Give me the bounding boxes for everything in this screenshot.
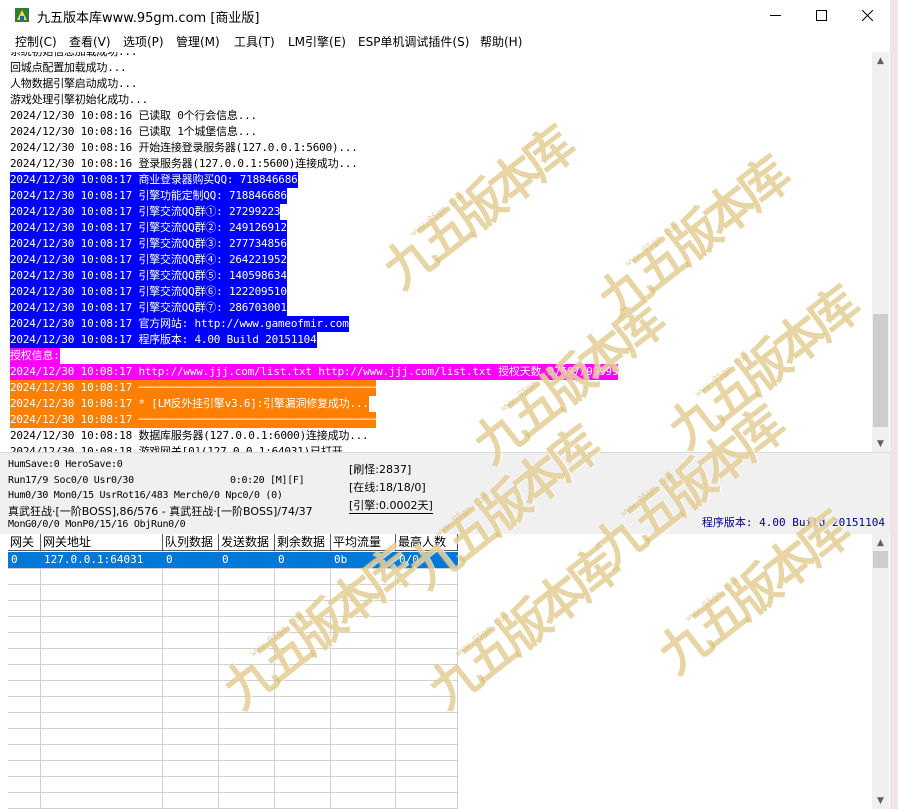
status-monsters: MonG0/0/0 MonP0/15/16 ObjRun0/0 (8, 519, 186, 530)
maximize-button[interactable] (798, 0, 844, 31)
main-window: 九五版本库www.95gm.com [商业版] 控制(C) 查看(V) 选项(P… (0, 0, 890, 809)
log-line: 2024/12/30 10:08:16 已读取 0个行会信息... (10, 109, 257, 122)
status-brush-count: [刷怪:2837] (349, 463, 412, 476)
log-line: 系统初始信息加载成功... (10, 52, 137, 60)
log-line: 2024/12/30 10:08:17 官方网站: http://www.gam… (10, 316, 349, 332)
log-line: 2024/12/30 10:08:17 ────────────────────… (10, 412, 377, 428)
status-counts: Hum0/30 Mon0/15 UsrRot16/483 Merch0/0 Np… (8, 490, 283, 501)
log-line: 2024/12/30 10:08:17 ────────────────────… (10, 380, 377, 396)
grid-line (8, 760, 458, 761)
log-line: 2024/12/30 10:08:17 引擎功能定制QQ: 718846686 (10, 188, 287, 204)
menu-esp-plugin[interactable]: ESP单机调试插件(S) (358, 33, 469, 50)
log-line: 2024/12/30 10:08:16 登录服务器(127.0.0.1:5600… (10, 157, 358, 170)
log-line: 2024/12/30 10:08:17 * [LM反外挂引擎v3.6]:引擎漏洞… (10, 396, 369, 412)
close-button[interactable] (844, 0, 890, 31)
log-line: 2024/12/30 10:08:17 引擎交流QQ群④: 264221952 (10, 252, 287, 268)
table-scroll-up-icon[interactable]: ▲ (872, 534, 889, 551)
log-line: 2024/12/30 10:08:17 引擎交流QQ群⑥: 122209510 (10, 284, 287, 300)
minimize-button[interactable] (752, 0, 798, 31)
menu-bar: 控制(C) 查看(V) 选项(P) 管理(M) 工具(T) LM引擎(E) ES… (0, 31, 890, 51)
status-boss: 真武狂战·[一阶BOSS],86/576 - 真武狂战·[一阶BOSS]/74/… (8, 505, 313, 518)
log-line: 2024/12/30 10:08:17 程序版本: 4.00 Build 201… (10, 332, 317, 348)
status-run: Run17/9 Soc0/0 Usr0/30 (8, 475, 134, 486)
window-title: 九五版本库www.95gm.com [商业版] (37, 11, 260, 26)
menu-options[interactable]: 选项(P) (123, 33, 164, 50)
minimize-icon (769, 15, 781, 16)
column-header[interactable]: 发送数据 (219, 534, 275, 551)
menu-tools[interactable]: 工具(T) (234, 33, 275, 50)
log-line: 回城点配置加载成功... (10, 61, 127, 74)
table-cell: 0 (166, 553, 173, 566)
status-engine-days: [引擎:0.0002天] (349, 499, 433, 514)
log-line: 2024/12/30 10:08:17 引擎交流QQ群②: 249126912 (10, 220, 287, 236)
column-header[interactable]: 剩余数据 (275, 534, 331, 551)
status-uptime: 0:0:20 [M][F] (230, 475, 305, 486)
close-icon (861, 10, 873, 21)
grid-line (8, 616, 458, 617)
table-scroll-down-icon[interactable]: ▼ (872, 792, 889, 809)
log-line: 授权信息: (10, 348, 60, 364)
column-header[interactable]: 网关 (8, 534, 41, 551)
log-line: 2024/12/30 10:08:18 数据库服务器(127.0.0.1:600… (10, 429, 369, 442)
grid-line (8, 712, 458, 713)
menu-help[interactable]: 帮助(H) (480, 33, 522, 50)
scroll-up-icon[interactable]: ▲ (872, 52, 889, 69)
log-line: 2024/12/30 10:08:17 引擎交流QQ群⑦: 286703001 (10, 300, 287, 316)
menu-manage[interactable]: 管理(M) (176, 33, 220, 50)
desktop-background (890, 0, 898, 809)
title-bar[interactable]: 九五版本库www.95gm.com [商业版] (0, 0, 890, 31)
log-line: 人物数据引擎启动成功... (10, 77, 138, 90)
log-scroll-thumb[interactable] (873, 314, 888, 427)
grid-line (40, 551, 41, 809)
log-scrollbar[interactable]: ▲ ▼ (872, 52, 889, 452)
log-line: 2024/12/30 10:08:18 游戏网关[0](127.0.0.1:64… (10, 445, 362, 452)
table-scrollbar[interactable]: ▲ ▼ (872, 534, 889, 809)
table-cell: 127.0.0.1:64031 (44, 553, 144, 566)
maximize-icon (815, 10, 827, 21)
grid-line (8, 728, 458, 729)
column-header[interactable]: 队列数据 (163, 534, 219, 551)
menu-control[interactable]: 控制(C) (15, 33, 57, 50)
grid-line (8, 776, 458, 777)
grid-line (8, 744, 458, 745)
log-line: 2024/12/30 10:08:17 引擎交流QQ群③: 277734856 (10, 236, 287, 252)
table-scroll-thumb[interactable] (873, 551, 888, 568)
log-line: 2024/12/30 10:08:16 开始连接登录服务器(127.0.0.1:… (10, 141, 358, 154)
table-cell: 0 (11, 553, 18, 566)
column-header[interactable]: 网关地址 (41, 534, 163, 551)
status-online: [在线:18/18/0] (349, 481, 426, 494)
scroll-down-icon[interactable]: ▼ (872, 435, 889, 452)
log-line: 2024/12/30 10:08:17 商业登录器购买QQ: 718846686 (10, 172, 298, 188)
log-line: 2024/12/30 10:08:17 引擎交流QQ群⑤: 140598634 (10, 268, 287, 284)
log-line: 游戏处理引擎初始化成功... (10, 93, 149, 106)
table-cell: 0 (222, 553, 229, 566)
grid-line (8, 792, 458, 793)
table-cell: 0 (278, 553, 285, 566)
status-save: HumSave:0 HeroSave:0 (8, 459, 123, 470)
log-line: 2024/12/30 10:08:17 引擎交流QQ群①: 27299223 (10, 204, 281, 220)
menu-view[interactable]: 查看(V) (69, 33, 111, 50)
menu-lm-engine[interactable]: LM引擎(E) (288, 33, 346, 50)
grid-line (8, 632, 458, 633)
log-line: 2024/12/30 10:08:16 已读取 1个城堡信息... (10, 125, 257, 138)
app-icon (15, 8, 29, 22)
grid-line (162, 551, 163, 809)
